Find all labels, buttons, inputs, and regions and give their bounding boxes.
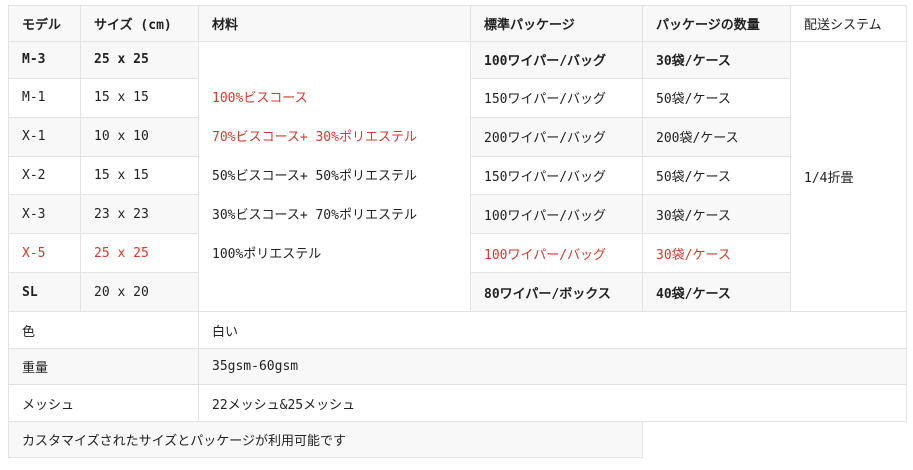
spec-table: モデル サイズ (cm) 材料 標準パッケージ パッケージの数量 配送システム … <box>8 5 907 458</box>
empty-cell <box>642 421 907 458</box>
header-row: モデル サイズ (cm) 材料 標準パッケージ パッケージの数量 配送システム <box>8 5 907 42</box>
size-cell: 23 x 23 <box>80 194 199 235</box>
size-cell: 25 x 25 <box>80 41 199 79</box>
qty-cell: 30袋/ケース <box>642 233 791 274</box>
size-cell: 15 x 15 <box>80 77 199 118</box>
attribute-label: 色 <box>8 311 199 349</box>
header-model: モデル <box>8 5 81 42</box>
delivery-cell: 1/4折畳 <box>790 41 907 312</box>
model-cell: X-1 <box>8 116 81 157</box>
size-cell: 20 x 20 <box>80 272 199 312</box>
model-cell: X-3 <box>8 194 81 235</box>
note-row: カスタマイズされたサイズとパッケージが利用可能です <box>8 421 907 458</box>
material-50-viscose: 50%ビスコース+ 50%ポリエステル <box>212 169 417 184</box>
header-delivery: 配送システム <box>790 5 907 42</box>
attribute-label: 重量 <box>8 348 199 385</box>
model-cell: SL <box>8 272 81 312</box>
attribute-label: メッシュ <box>8 384 199 422</box>
package-cell: 80ワイパー/ボックス <box>470 272 643 312</box>
material-100-polyester: 100%ポリエステル <box>212 247 322 262</box>
qty-cell: 200袋/ケース <box>642 116 791 157</box>
qty-cell: 50袋/ケース <box>642 77 791 118</box>
header-qty: パッケージの数量 <box>642 5 791 42</box>
attribute-value: 白い <box>198 311 907 349</box>
attribute-row-mesh: メッシュ 22メッシュ&25メッシュ <box>8 384 907 422</box>
model-cell: M-3 <box>8 41 81 79</box>
package-cell: 150ワイパー/バッグ <box>470 155 643 196</box>
attribute-value: 35gsm-60gsm <box>198 348 907 385</box>
qty-cell: 40袋/ケース <box>642 272 791 312</box>
custom-note: カスタマイズされたサイズとパッケージが利用可能です <box>8 421 643 458</box>
header-size: サイズ (cm) <box>80 5 199 42</box>
attribute-row-weight: 重量 35gsm-60gsm <box>8 348 907 385</box>
model-cell: X-2 <box>8 155 81 196</box>
attribute-value: 22メッシュ&25メッシュ <box>198 384 907 422</box>
header-package: 標準パッケージ <box>470 5 643 42</box>
header-material: 材料 <box>198 5 471 42</box>
material-30-viscose: 30%ビスコース+ 70%ポリエステル <box>212 208 417 223</box>
package-cell: 100ワイパー/バッグ <box>470 194 643 235</box>
package-cell: 150ワイパー/バッグ <box>470 77 643 118</box>
material-cell: 100%ビスコース 70%ビスコース+ 30%ポリエステル 50%ビスコース+ … <box>198 41 471 312</box>
material-70-viscose: 70%ビスコース+ 30%ポリエステル <box>212 130 417 145</box>
table-row: M-3 25 x 25 100%ビスコース 70%ビスコース+ 30%ポリエステ… <box>8 41 907 312</box>
size-cell: 10 x 10 <box>80 116 199 157</box>
qty-cell: 30袋/ケース <box>642 41 791 79</box>
package-cell: 100ワイパー/バッグ <box>470 41 643 79</box>
attribute-row-color: 色 白い <box>8 311 907 349</box>
qty-cell: 50袋/ケース <box>642 155 791 196</box>
package-cell: 100ワイパー/バッグ <box>470 233 643 274</box>
size-cell: 25 x 25 <box>80 233 199 274</box>
material-100-viscose: 100%ビスコース <box>212 91 308 106</box>
size-cell: 15 x 15 <box>80 155 199 196</box>
model-cell: M-1 <box>8 77 81 118</box>
qty-cell: 30袋/ケース <box>642 194 791 235</box>
model-cell: X-5 <box>8 233 81 274</box>
package-cell: 200ワイパー/バッグ <box>470 116 643 157</box>
